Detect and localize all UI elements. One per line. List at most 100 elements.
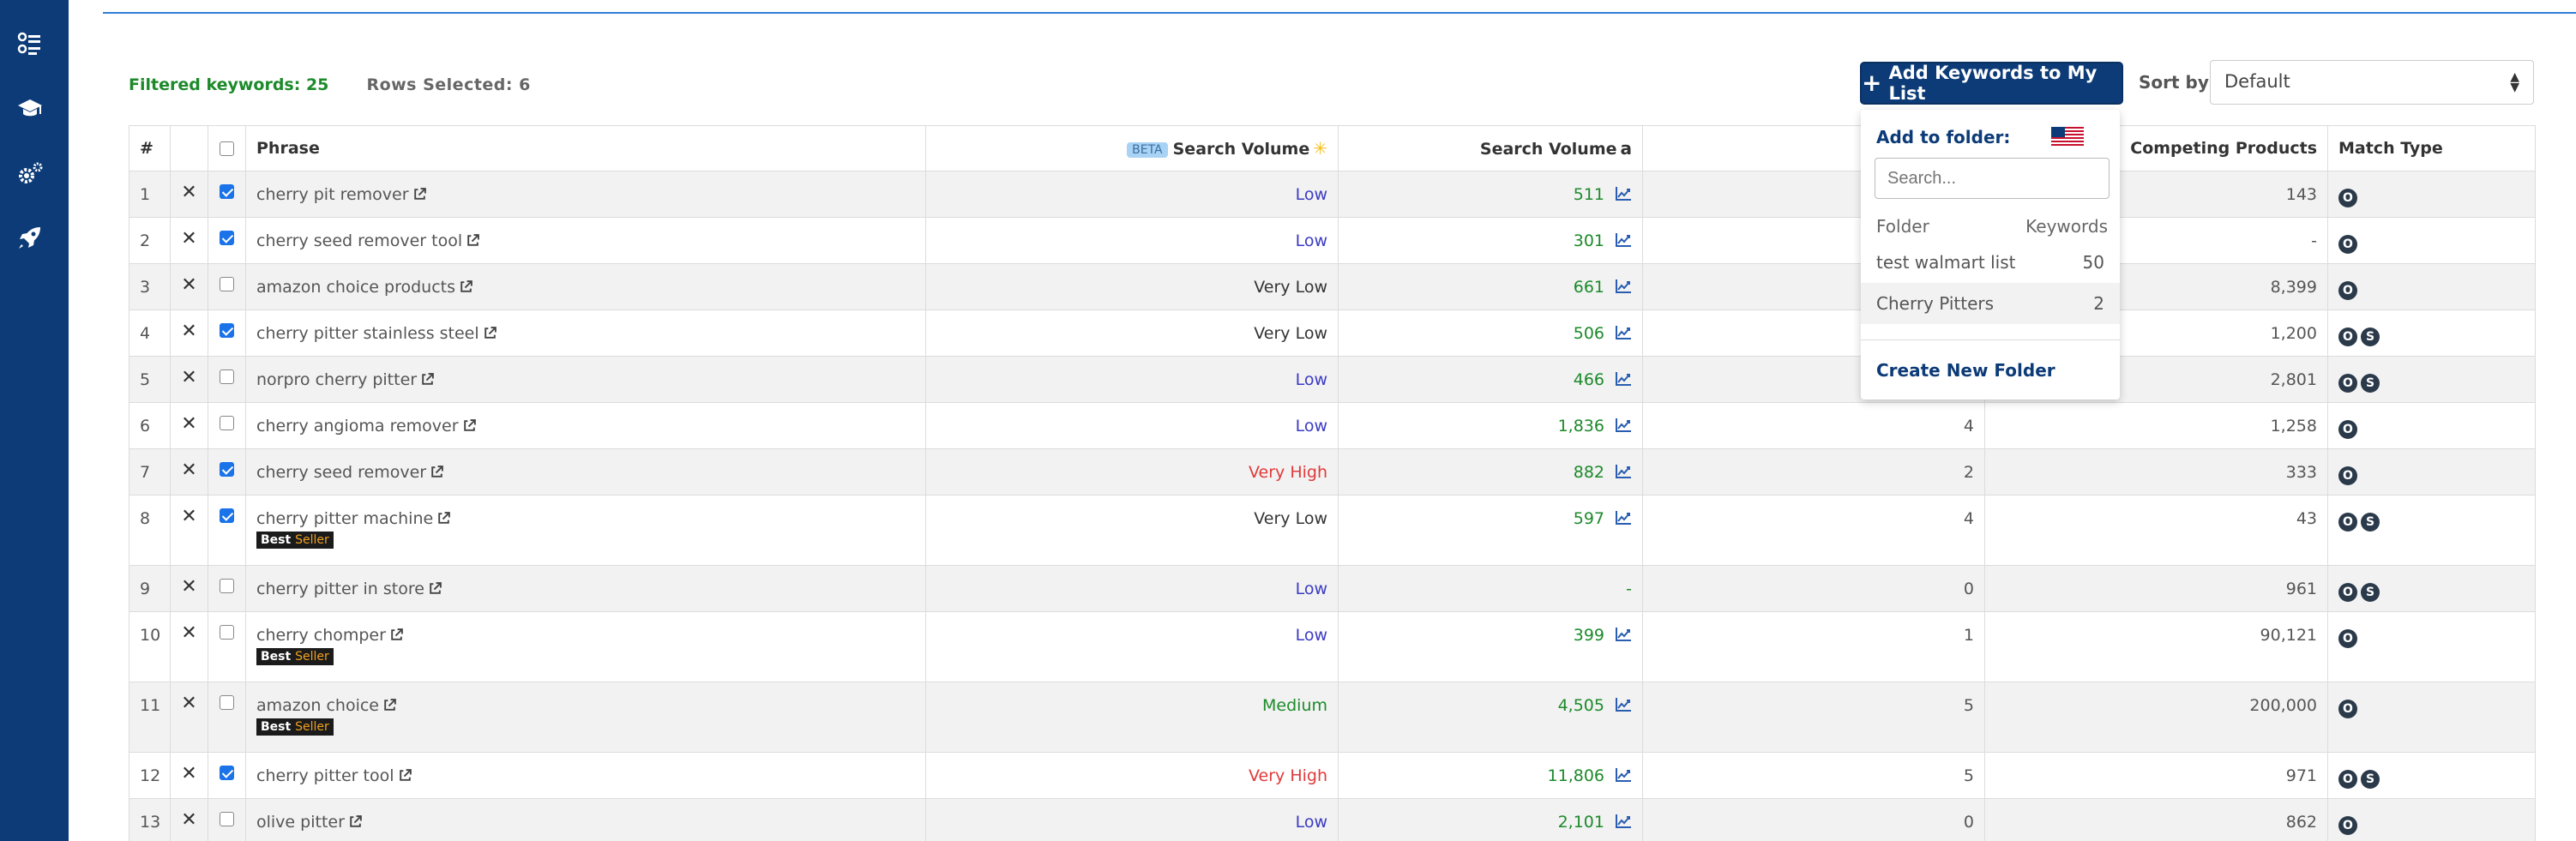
trend-chart-icon[interactable] [1615, 186, 1632, 201]
row-select-cell[interactable] [208, 495, 246, 566]
header-search-volume-amazon[interactable]: Search Volume a [1338, 125, 1643, 171]
phrase-text[interactable]: cherry pitter in store [256, 580, 424, 598]
folder-item[interactable]: test walmart list 50 [1861, 242, 2120, 283]
row-select-cell[interactable] [208, 402, 246, 449]
row-checkbox[interactable] [220, 625, 234, 640]
sort-select[interactable]: Default ▲ ▼ [2210, 60, 2534, 105]
external-link-icon[interactable] [348, 814, 363, 829]
external-link-icon[interactable] [483, 326, 497, 340]
header-select-all[interactable] [208, 125, 246, 171]
row-select-cell[interactable] [208, 565, 246, 612]
phrase-text[interactable]: cherry pitter machine [256, 509, 433, 528]
row-select-cell[interactable] [208, 448, 246, 496]
remove-x-icon[interactable]: ✕ [170, 171, 208, 218]
row-checkbox[interactable] [220, 416, 234, 430]
match-type-badge: O [2338, 770, 2357, 789]
row-select-cell[interactable] [208, 356, 246, 403]
trend-chart-icon[interactable] [1615, 697, 1632, 712]
row-checkbox[interactable] [220, 231, 234, 245]
phrase-text[interactable]: cherry seed remover [256, 463, 426, 482]
external-link-icon[interactable] [420, 372, 435, 387]
remove-x-icon[interactable]: ✕ [170, 798, 208, 841]
gears-icon[interactable] [15, 159, 45, 189]
row-checkbox[interactable] [220, 579, 234, 593]
phrase-text[interactable]: cherry pitter stainless steel [256, 324, 479, 343]
remove-x-icon[interactable]: ✕ [170, 217, 208, 264]
search-volume-cell: 11,806 [1338, 752, 1643, 799]
external-link-icon[interactable] [436, 511, 451, 526]
phrase-text[interactable]: cherry angioma remover [256, 417, 459, 436]
phrase-text[interactable]: cherry seed remover tool [256, 231, 462, 250]
remove-x-icon[interactable]: ✕ [170, 356, 208, 403]
row-select-cell[interactable] [208, 309, 246, 357]
row-select-cell[interactable] [208, 682, 246, 753]
trend-chart-icon[interactable] [1615, 464, 1632, 479]
row-checkbox[interactable] [220, 184, 234, 199]
row-select-cell[interactable] [208, 798, 246, 841]
trend-chart-icon[interactable] [1615, 325, 1632, 340]
row-checkbox[interactable] [220, 508, 234, 523]
remove-x-icon[interactable]: ✕ [170, 402, 208, 449]
table-row: 2 ✕ cherry seed remover tool Low 301- O [129, 217, 2536, 264]
external-link-icon[interactable] [459, 279, 473, 294]
trend-chart-icon[interactable] [1615, 814, 1632, 829]
beta-badge: BETA [1127, 142, 1168, 158]
row-select-cell[interactable] [208, 263, 246, 310]
row-checkbox[interactable] [220, 462, 234, 477]
trend-chart-icon[interactable] [1615, 417, 1632, 433]
row-checkbox[interactable] [220, 277, 234, 291]
external-link-icon[interactable] [466, 233, 480, 248]
phrase-text[interactable]: norpro cherry pitter [256, 370, 417, 389]
trend-chart-icon[interactable] [1615, 371, 1632, 387]
trend-chart-icon[interactable] [1615, 510, 1632, 526]
external-link-icon[interactable] [412, 187, 427, 201]
row-select-cell[interactable] [208, 611, 246, 682]
row-number: 3 [129, 263, 171, 310]
sidebar [0, 0, 69, 841]
row-checkbox[interactable] [220, 323, 234, 338]
header-phrase[interactable]: Phrase [245, 125, 926, 171]
phrase-text[interactable]: cherry pitter tool [256, 766, 394, 785]
remove-x-icon[interactable]: ✕ [170, 495, 208, 566]
trend-chart-icon[interactable] [1615, 767, 1632, 783]
select-all-checkbox[interactable] [220, 141, 234, 156]
folder-item[interactable]: Cherry Pitters 2 [1861, 283, 2120, 324]
phrase-text[interactable]: cherry chomper [256, 626, 386, 645]
row-checkbox[interactable] [220, 369, 234, 384]
external-link-icon[interactable] [428, 581, 442, 596]
row-select-cell[interactable] [208, 752, 246, 799]
remove-x-icon[interactable]: ✕ [170, 263, 208, 310]
trend-chart-icon[interactable] [1615, 627, 1632, 642]
external-link-icon[interactable] [382, 698, 397, 712]
remove-x-icon[interactable]: ✕ [170, 611, 208, 682]
remove-x-icon[interactable]: ✕ [170, 682, 208, 753]
phrase-text[interactable]: cherry pit remover [256, 185, 409, 204]
create-new-folder-link[interactable]: Create New Folder [1876, 360, 2055, 381]
external-link-icon[interactable] [389, 628, 404, 642]
folder-search-input[interactable] [1875, 158, 2110, 199]
row-checkbox[interactable] [220, 812, 234, 826]
remove-x-icon[interactable]: ✕ [170, 565, 208, 612]
phrase-text[interactable]: olive pitter [256, 813, 345, 832]
keywords-icon[interactable] [15, 29, 45, 58]
external-link-icon[interactable] [398, 768, 412, 783]
phrase-text[interactable]: amazon choice products [256, 278, 455, 297]
row-checkbox[interactable] [220, 695, 234, 710]
row-select-cell[interactable] [208, 217, 246, 264]
phrase-text[interactable]: amazon choice [256, 696, 379, 715]
rocket-icon[interactable] [15, 223, 45, 252]
row-checkbox[interactable] [220, 766, 234, 780]
remove-x-icon[interactable]: ✕ [170, 752, 208, 799]
row-select-cell[interactable] [208, 171, 246, 218]
external-link-icon[interactable] [430, 465, 444, 479]
trend-chart-icon[interactable] [1615, 279, 1632, 294]
external-link-icon[interactable] [462, 418, 477, 433]
us-flag-icon[interactable] [2051, 127, 2084, 147]
remove-x-icon[interactable]: ✕ [170, 448, 208, 496]
graduation-cap-icon[interactable] [15, 94, 45, 123]
header-search-volume-beta[interactable]: BETA Search Volume ✳ [925, 125, 1339, 171]
header-match-type[interactable]: Match Type [2327, 125, 2536, 171]
remove-x-icon[interactable]: ✕ [170, 309, 208, 357]
trend-chart-icon[interactable] [1615, 232, 1632, 248]
add-keywords-button[interactable]: + Add Keywords to My List [1860, 62, 2123, 105]
